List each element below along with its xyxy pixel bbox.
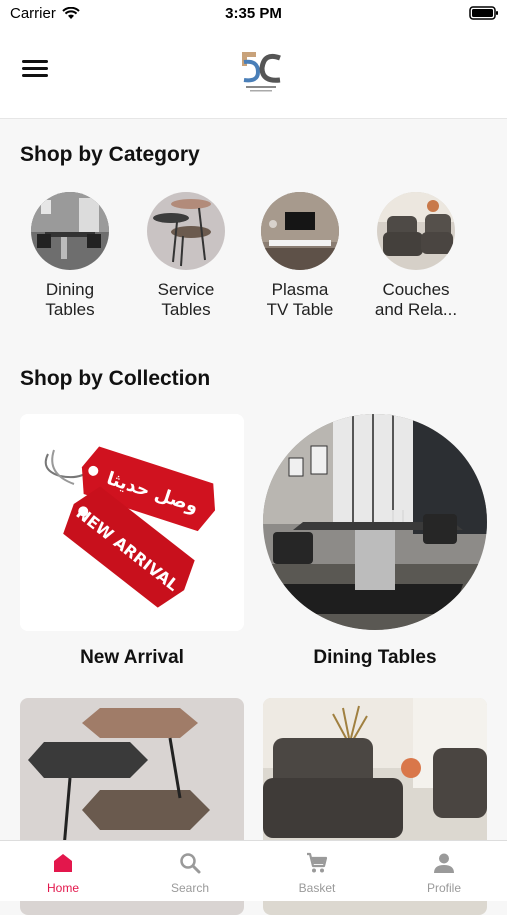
battery-icon	[469, 6, 498, 20]
category-image	[147, 192, 225, 270]
category-service-tables[interactable]: Service Tables	[136, 192, 236, 320]
category-section-title: Shop by Category	[20, 143, 200, 166]
category-image	[261, 192, 339, 270]
category-image	[31, 192, 109, 270]
tab-search[interactable]: Search	[127, 841, 253, 901]
hamburger-icon	[22, 60, 48, 77]
tab-label: Search	[170, 881, 210, 895]
status-time: 3:35 PM	[225, 5, 282, 22]
app-header	[0, 28, 507, 119]
dining-tables-image	[263, 414, 487, 630]
profile-icon	[434, 853, 454, 873]
tab-label: Profile	[426, 881, 461, 895]
category-dining-tables[interactable]: Dining Tables	[20, 192, 120, 320]
search-icon	[180, 853, 201, 874]
category-label: Dining Tables	[45, 280, 95, 319]
collection-card-dining-tables[interactable]	[263, 414, 487, 631]
collection-card-new-arrival[interactable]: وصل حديثا NEW ARRIVAL	[20, 414, 244, 631]
brand-logo	[242, 52, 281, 92]
tab-label: Basket	[298, 881, 336, 895]
tab-profile[interactable]: Profile	[381, 841, 507, 901]
status-bar: Carrier 3:35 PM	[0, 0, 507, 28]
home-icon	[54, 854, 72, 872]
tab-label: Home	[46, 881, 79, 895]
category-label: Plasma TV Table	[266, 280, 334, 319]
collection-section-title: Shop by Collection	[20, 367, 211, 390]
cart-icon	[307, 852, 328, 873]
bottom-tab-bar: Home Search Basket Profile	[0, 840, 507, 901]
category-label: Couches and Rela...	[374, 280, 458, 319]
collection-label-new-arrival: New Arrival	[80, 647, 184, 668]
category-couches[interactable]: Couches and Rela...	[366, 192, 466, 320]
menu-button[interactable]	[22, 60, 48, 82]
category-label: Service Tables	[157, 280, 215, 319]
collection-label-dining-tables: Dining Tables	[313, 647, 437, 668]
category-image	[377, 192, 455, 270]
new-arrival-image: وصل حديثا NEW ARRIVAL	[20, 414, 244, 631]
category-plasma-tv-table[interactable]: Plasma TV Table	[250, 192, 350, 320]
tab-basket[interactable]: Basket	[254, 841, 380, 901]
tab-home[interactable]: Home	[0, 841, 126, 901]
